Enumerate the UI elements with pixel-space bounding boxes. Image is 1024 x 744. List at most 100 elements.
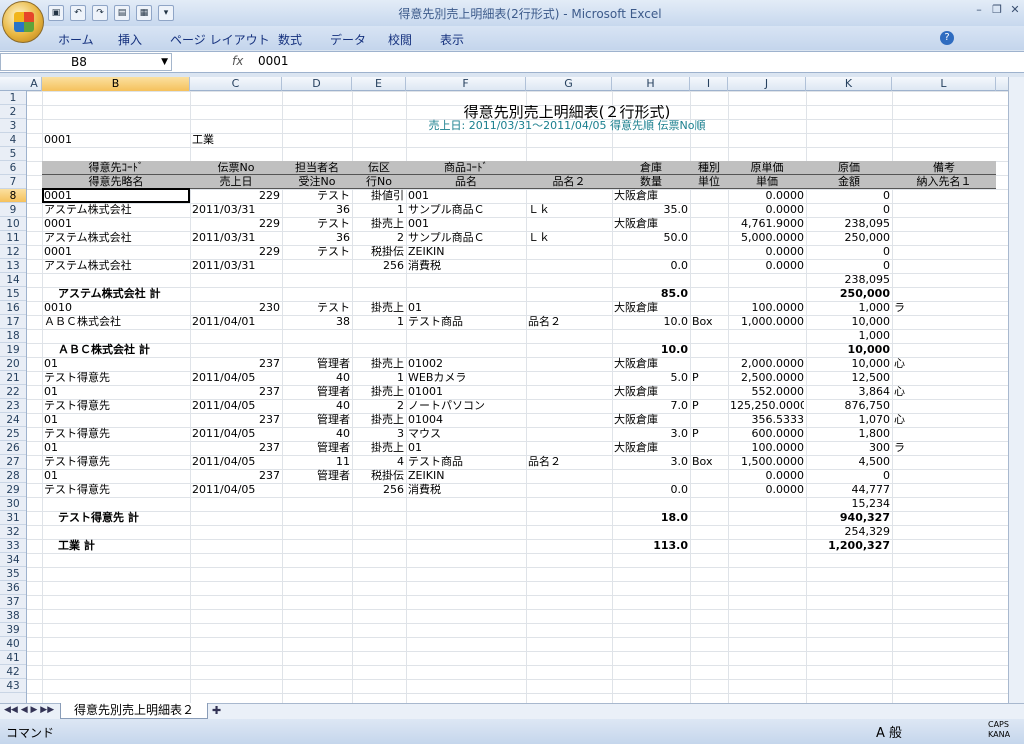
cell[interactable]: 2011/04/05	[192, 399, 280, 413]
tab-review[interactable]: 校閲	[388, 31, 412, 48]
cell[interactable]: 担当者名	[284, 161, 350, 175]
cell[interactable]: 01	[408, 441, 524, 455]
row-header[interactable]: 11	[0, 231, 26, 245]
cell[interactable]: 0.0	[614, 483, 689, 497]
cell[interactable]: 256	[354, 259, 404, 273]
cell[interactable]: 40	[284, 427, 350, 441]
row-header[interactable]: 34	[0, 553, 26, 567]
row-header[interactable]: 12	[0, 245, 26, 259]
restore-button[interactable]: ❐	[990, 3, 1004, 17]
cell[interactable]: 大阪倉庫	[614, 441, 688, 455]
cell[interactable]: 1,000.0000	[730, 315, 804, 329]
cell[interactable]: 0.0000	[730, 483, 805, 497]
cell[interactable]: 0001	[44, 133, 188, 147]
cell[interactable]: 300	[808, 441, 890, 455]
cell[interactable]: P	[692, 427, 726, 441]
cell[interactable]: 1	[354, 203, 404, 217]
cell[interactable]: 1,000	[808, 329, 891, 343]
row-header[interactable]: 7	[0, 175, 26, 189]
cell[interactable]: 工業 計	[44, 539, 188, 553]
cell[interactable]: 管理者	[284, 357, 350, 371]
cell[interactable]: ノートパソコン	[408, 399, 524, 413]
cell[interactable]: P	[692, 371, 726, 385]
cell[interactable]: 管理者	[284, 385, 350, 399]
cell[interactable]: 237	[192, 469, 280, 483]
ime-indicator[interactable]: A 般	[876, 722, 902, 741]
name-box[interactable]: B8 ▼	[0, 53, 172, 71]
cell[interactable]: 0001	[44, 245, 188, 259]
cell[interactable]: テスト得意先	[44, 371, 188, 385]
cell[interactable]: 工業	[192, 133, 280, 147]
row-header[interactable]: 27	[0, 455, 26, 469]
cell[interactable]: テスト得意先	[44, 427, 188, 441]
row-header[interactable]: 2	[0, 105, 26, 119]
cell[interactable]: 掛売上	[354, 217, 404, 231]
cell[interactable]: 管理者	[284, 441, 350, 455]
cell[interactable]: 01	[44, 413, 188, 427]
column-header-h[interactable]: H	[612, 77, 690, 91]
cell[interactable]	[528, 161, 610, 175]
cell[interactable]: 2011/03/31	[192, 259, 280, 273]
cell[interactable]: 管理者	[284, 469, 350, 483]
row-header[interactable]: 42	[0, 665, 26, 679]
cell[interactable]: 商品ｺｰﾄﾞ	[408, 161, 524, 175]
cell[interactable]: 940,327	[808, 511, 890, 525]
cell[interactable]: 大阪倉庫	[614, 357, 688, 371]
cell[interactable]: 掛売上	[354, 413, 404, 427]
chevron-down-icon[interactable]: ▼	[161, 54, 168, 70]
cell[interactable]: 11	[284, 455, 350, 469]
formula-input[interactable]: 0001	[258, 54, 289, 68]
cell[interactable]: 552.0000	[730, 385, 805, 399]
cell[interactable]: ZEIKIN	[408, 469, 524, 483]
row-header[interactable]: 8	[0, 189, 26, 203]
cell[interactable]: 2	[354, 399, 404, 413]
cell[interactable]: 229	[192, 217, 280, 231]
row-header[interactable]: 20	[0, 357, 26, 371]
column-header-l[interactable]: L	[892, 77, 996, 91]
worksheet-grid[interactable]: 得意先別売上明細表(２行形式) 売上日: 2011/03/31～2011/04/0…	[27, 91, 1008, 703]
cell[interactable]: 税掛伝	[354, 469, 404, 483]
cell[interactable]: 消費税	[408, 259, 524, 273]
row-header[interactable]: 41	[0, 651, 26, 665]
cell[interactable]: 229	[192, 245, 280, 259]
cell[interactable]: 1,800	[808, 427, 891, 441]
column-header-j[interactable]: J	[728, 77, 806, 91]
cell[interactable]: 3.0	[614, 455, 689, 469]
row-header[interactable]: 22	[0, 385, 26, 399]
row-header[interactable]: 9	[0, 203, 26, 217]
cell[interactable]: テスト商品	[408, 455, 524, 469]
row-header[interactable]: 37	[0, 595, 26, 609]
cell[interactable]: テスト得意先	[44, 455, 188, 469]
cell[interactable]: Ｌｋ	[528, 231, 610, 245]
cell[interactable]: 受注No	[284, 175, 350, 189]
cell[interactable]: 2,500.0000	[730, 371, 804, 385]
sheet-nav-arrows-icon[interactable]: ◀◀ ◀ ▶ ▶▶	[4, 705, 54, 715]
cell[interactable]: 4,500	[808, 455, 891, 469]
cell[interactable]: 掛売上	[354, 357, 404, 371]
cell[interactable]: 得意先略名	[44, 175, 188, 189]
cell[interactable]: 35.0	[614, 203, 689, 217]
cell[interactable]: 85.0	[614, 287, 688, 301]
cell[interactable]: Ｌｋ	[528, 203, 610, 217]
row-header[interactable]: 40	[0, 637, 26, 651]
cell[interactable]: 01	[44, 357, 188, 371]
cell[interactable]: テスト	[284, 301, 350, 315]
cell[interactable]: テスト	[284, 245, 350, 259]
cell[interactable]: 1	[354, 315, 404, 329]
cell[interactable]: 01001	[408, 385, 524, 399]
cell[interactable]: 0	[808, 469, 890, 483]
cell[interactable]: 得意先別売上明細表(２行形式)	[408, 105, 726, 119]
cell[interactable]: 0	[808, 203, 890, 217]
row-header[interactable]: 1	[0, 91, 26, 105]
cell[interactable]: Box	[692, 455, 726, 469]
cell[interactable]: 36	[284, 203, 350, 217]
cell[interactable]: 01	[408, 301, 524, 315]
cell[interactable]: 備考	[894, 161, 994, 175]
customize-qat-icon[interactable]: ▾	[158, 5, 174, 21]
row-header[interactable]: 15	[0, 287, 26, 301]
row-header[interactable]: 29	[0, 483, 26, 497]
cell[interactable]: 001	[408, 217, 524, 231]
cell[interactable]: 10,000	[808, 357, 891, 371]
cell[interactable]: 10.0	[614, 343, 688, 357]
office-button[interactable]	[2, 1, 44, 43]
